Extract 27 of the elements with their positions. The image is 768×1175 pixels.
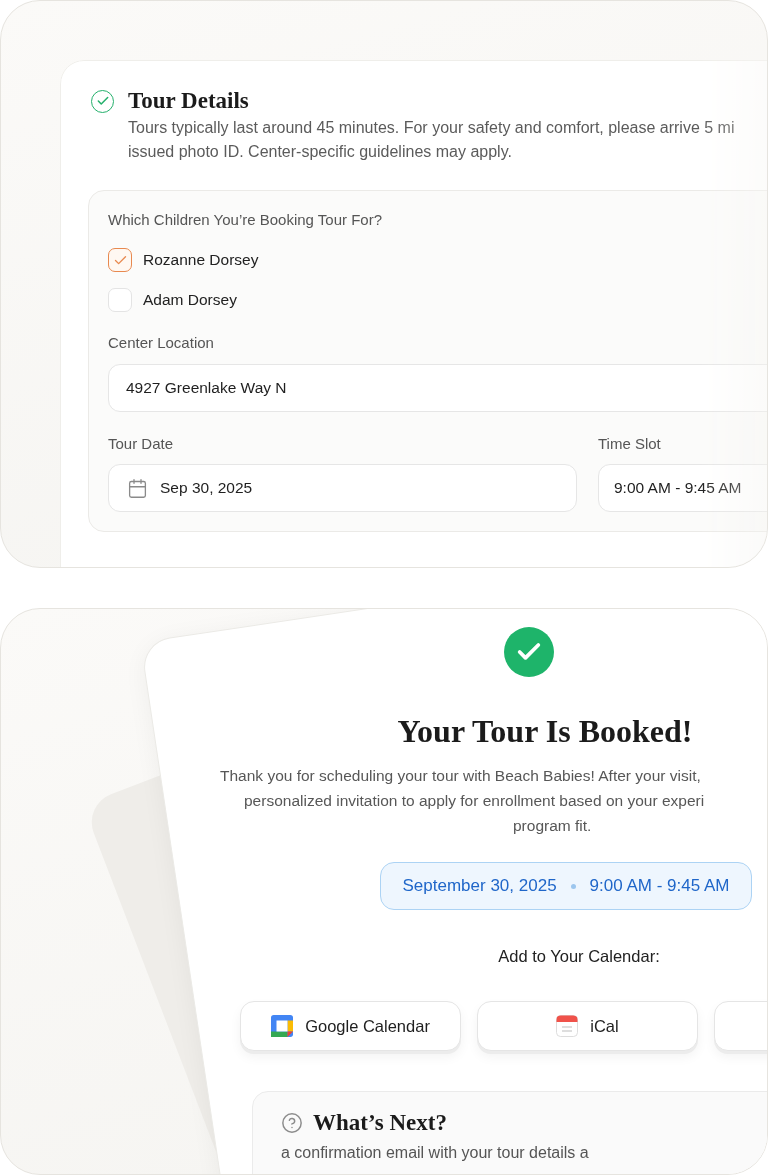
calendar-icon — [127, 477, 148, 499]
field-label: Center Location — [108, 333, 215, 353]
time-slot-field[interactable]: 9:00 AM - 9:45 AM — [598, 464, 767, 512]
description-text: Thank you for scheduling your tour with Beach Babies! After your visit, personalized invitation to apply for enrollment based on your experi program fit. — [220, 766, 705, 836]
help-icon — [281, 1112, 303, 1134]
question-label: Which Children You’re Booking Tour For? — [108, 210, 384, 230]
field-label: Tour Date — [108, 434, 175, 454]
calendar-button[interactable]: Google Calendar — [240, 1001, 461, 1051]
calendar-icon — [271, 1015, 294, 1037]
calendar-button[interactable]: iCal — [477, 1001, 698, 1051]
date-value: Sep 30, 2025 — [160, 479, 253, 497]
checkbox[interactable] — [108, 248, 132, 272]
location-field[interactable]: 4927 Greenlake Way N — [108, 364, 767, 412]
section-title: Tour Details — [128, 88, 249, 114]
booking-date: September 30, 2025 — [402, 876, 557, 896]
field-label: Time Slot — [598, 434, 662, 454]
child-name: Adam Dorsey — [143, 290, 237, 310]
description-text: Tours typically last around 45 minutes. For your safety and comfort, please arrive 5 mi issued photo ID. Center-specific guidelines may apply. — [128, 118, 736, 162]
section-title: What’s Next? — [313, 1109, 447, 1137]
date-field[interactable]: Sep 30, 2025 — [108, 464, 577, 512]
child-name: Rozanne Dorsey — [143, 250, 259, 270]
booking-time: 9:00 AM - 9:45 AM — [589, 876, 730, 896]
body-text: a confirmation email with your tour details a — [281, 1143, 590, 1163]
dot-icon — [570, 883, 576, 889]
confirmation-title: Your Tour Is Booked! — [397, 713, 693, 749]
calendar-prompt: Add to Your Calendar: — [498, 946, 660, 967]
calendar-icon — [556, 1015, 579, 1037]
